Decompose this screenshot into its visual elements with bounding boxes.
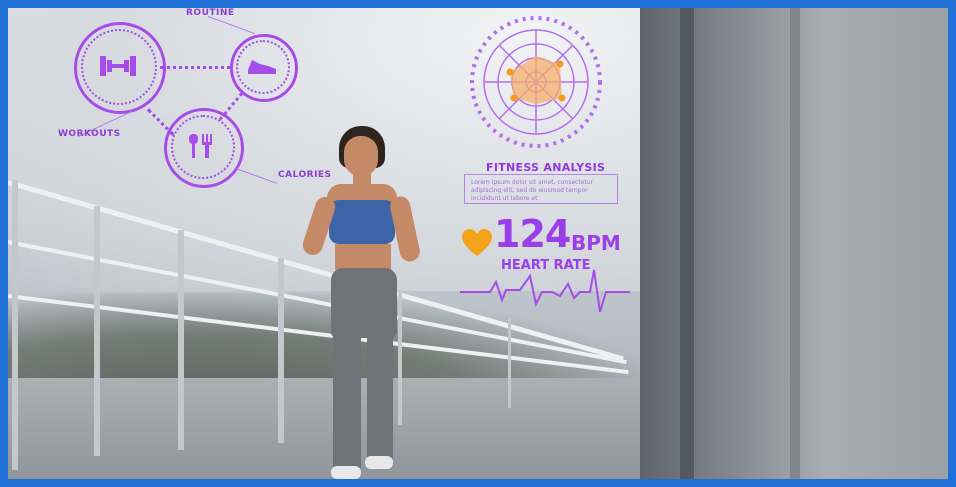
bpm-unit: BPM — [571, 231, 621, 255]
radar-chart-icon — [470, 16, 602, 148]
sneaker-icon — [248, 60, 276, 74]
running-photo: ROUTINE WORKOUTS CALORIES FITNESS ANALYS… — [8, 8, 948, 479]
fitness-analysis-title: FITNESS ANALYSIS — [486, 161, 606, 174]
heart-icon — [462, 229, 492, 256]
workouts-label: WORKOUTS — [58, 129, 121, 139]
calories-label: CALORIES — [278, 170, 332, 180]
bpm-value: 124 — [494, 212, 571, 256]
routine-label: ROUTINE — [186, 8, 235, 18]
image-frame: ROUTINE WORKOUTS CALORIES FITNESS ANALYS… — [0, 0, 956, 487]
dumbbell-icon — [100, 56, 136, 76]
bridge-tower-wall — [640, 8, 948, 479]
connector-line — [160, 66, 230, 69]
fork-knife-icon — [189, 134, 212, 158]
fitness-analysis-text: Lorem ipsum dolor sit amet, consectetur … — [471, 179, 594, 202]
pulse-line-icon — [460, 269, 630, 313]
